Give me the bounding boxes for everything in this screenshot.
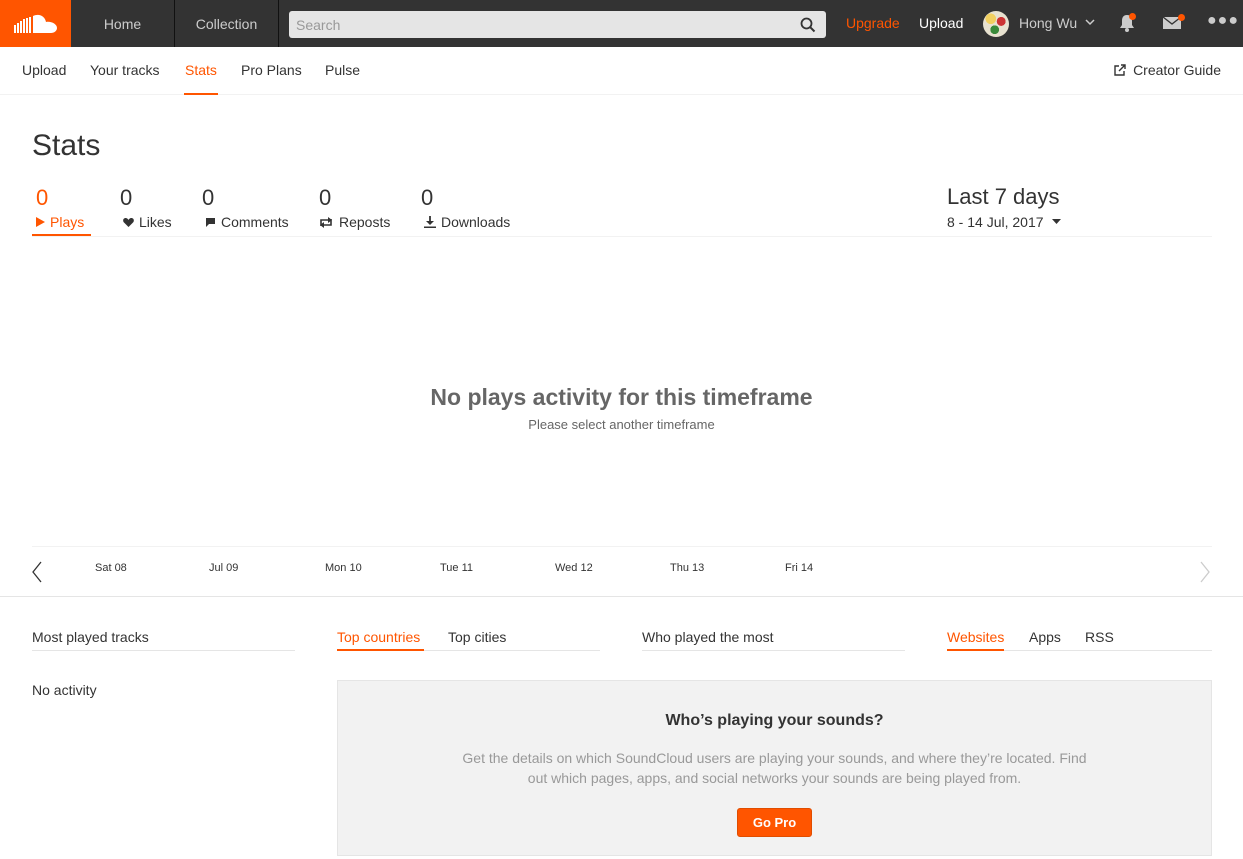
empty-state-subtext: Please select another timeframe [528, 417, 715, 432]
promo-heading: Who’s playing your sounds? [665, 712, 884, 729]
repost-icon [320, 216, 332, 228]
tab-apps[interactable]: Apps [1029, 629, 1061, 645]
no-activity-text: No activity [32, 682, 97, 698]
downloads-label: Downloads [441, 214, 511, 230]
tab-top-cities[interactable]: Top cities [448, 629, 506, 645]
message-dot [1178, 14, 1185, 21]
messages-button[interactable] [1162, 14, 1185, 35]
reposts-count: 0 [319, 185, 332, 210]
likes-label-row: Likes [123, 214, 172, 230]
more-options-icon[interactable]: ●●● [1207, 12, 1239, 30]
plays-label: Plays [50, 214, 85, 230]
empty-state-heading: No plays activity for this timeframe [430, 384, 813, 410]
timeline-tick: Mon 10 [325, 562, 362, 574]
downloads-label-row: Downloads [424, 214, 510, 230]
timeline-top-line [32, 546, 1212, 547]
comments-label-row: Comments [205, 214, 289, 230]
active-tab-underline [184, 93, 218, 95]
soundcloud-logo[interactable] [0, 0, 71, 47]
subnav-pulse[interactable]: Pulse [325, 62, 360, 78]
stat-tab-downloads[interactable]: 0 Downloads [421, 185, 510, 230]
comment-icon [206, 217, 215, 227]
promo-body: Get the details on which SoundCloud user… [462, 750, 1087, 786]
chevron-right-icon[interactable] [1199, 561, 1211, 583]
plays-count: 0 [36, 185, 49, 210]
tab-websites[interactable]: Websites [947, 629, 1004, 645]
comments-label: Comments [221, 214, 289, 230]
timeline-tick: Sat 08 [95, 562, 127, 574]
timeline-tick: Thu 13 [670, 562, 705, 574]
notifications-button[interactable] [1118, 13, 1136, 38]
nav-collection-label: Collection [195, 15, 258, 32]
who-played-heading: Who played the most [642, 629, 774, 645]
stat-tab-likes[interactable]: 0 Likes [120, 185, 172, 230]
heart-icon [123, 218, 134, 227]
date-range-dates: 8 - 14 Jul, 2017 [947, 214, 1044, 230]
date-range-dates-row: 8 - 14 Jul, 2017 [947, 214, 1061, 230]
likes-count: 0 [120, 185, 133, 210]
tab-top-countries[interactable]: Top countries [337, 629, 420, 645]
reposts-label-row: Reposts [318, 214, 390, 230]
external-link-icon [1114, 64, 1126, 76]
stat-tab-comments[interactable]: 0 Comments [202, 185, 289, 230]
timeline-tick: Fri 14 [785, 562, 814, 574]
who-played-underline [642, 650, 905, 651]
download-icon [424, 216, 436, 228]
timeline-tick: Jul 09 [209, 562, 239, 574]
stat-tab-plays[interactable]: 0 Plays [36, 185, 84, 230]
search-input[interactable] [296, 16, 786, 33]
subnav-your-tracks[interactable]: Your tracks [90, 62, 160, 78]
go-pro-promo: Who’s playing your sounds? Get the detai… [337, 680, 1212, 856]
subnav-pro-plans[interactable]: Pro Plans [241, 62, 302, 78]
upload-link[interactable]: Upload [919, 15, 963, 31]
stats-divider [32, 236, 1212, 237]
search-icon[interactable] [800, 17, 816, 33]
websites-underline [947, 649, 1004, 651]
sub-navigation: Upload Your tracks Stats Pro Plans Pulse… [0, 47, 1243, 95]
date-range-title: Last 7 days [947, 184, 1060, 209]
go-pro-button[interactable]: Go Pro [736, 808, 813, 837]
chevron-left-icon[interactable] [31, 561, 43, 583]
downloads-count: 0 [421, 185, 434, 210]
empty-state: No plays activity for this timeframe Ple… [0, 384, 1243, 432]
creator-guide-link[interactable]: Creator Guide [1114, 62, 1221, 78]
upgrade-link[interactable]: Upgrade [846, 15, 900, 31]
nav-home-label: Home [103, 15, 142, 32]
page-title: Stats [32, 129, 101, 162]
play-icon [36, 217, 45, 227]
timeline-tick: Tue 11 [440, 562, 474, 574]
stat-tab-reposts[interactable]: 0 Reposts [319, 185, 390, 230]
avatar[interactable] [983, 11, 1009, 37]
section-divider [0, 596, 1243, 597]
most-played-heading: Most played tracks [32, 629, 149, 645]
nav-collection[interactable]: Collection [175, 0, 279, 47]
top-header: Home Collection Upgrade Upload Hong Wu ●… [0, 0, 1243, 47]
caret-down-icon [1051, 219, 1061, 224]
cloud-logo-icon [13, 14, 57, 33]
nav-home[interactable]: Home [71, 0, 175, 47]
subnav-upload[interactable]: Upload [22, 62, 66, 78]
notification-dot [1129, 13, 1136, 20]
top-countries-underline [337, 649, 424, 651]
comments-count: 0 [202, 185, 215, 210]
username[interactable]: Hong Wu [1019, 15, 1077, 31]
subnav-stats[interactable]: Stats [185, 62, 217, 78]
chevron-down-icon[interactable] [1085, 17, 1095, 27]
creator-guide-label: Creator Guide [1133, 62, 1221, 78]
reposts-label: Reposts [339, 214, 391, 230]
most-played-underline [32, 650, 295, 651]
timeline-tick: Wed 12 [555, 562, 593, 574]
plays-label-row: Plays [36, 214, 84, 230]
date-range-selector[interactable]: Last 7 days 8 - 14 Jul, 2017 [947, 184, 1061, 230]
likes-label: Likes [139, 214, 172, 230]
search-box [289, 11, 826, 38]
tab-rss[interactable]: RSS [1085, 629, 1114, 645]
